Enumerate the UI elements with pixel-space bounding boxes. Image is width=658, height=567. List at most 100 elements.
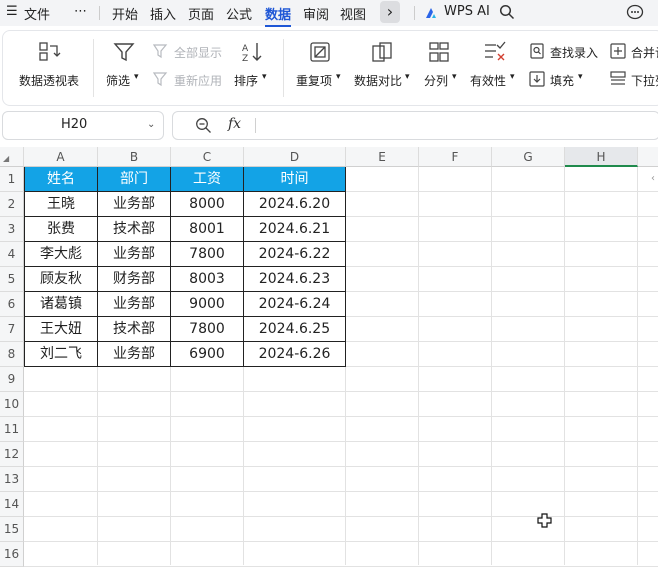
table-cell[interactable]: 财务部 — [98, 267, 171, 292]
row-header[interactable]: 4 — [0, 242, 24, 267]
side-panel-handle[interactable]: ‹ — [651, 173, 655, 184]
filter-button[interactable]: 筛选 — [106, 72, 130, 89]
table-header-cell[interactable]: 部门 — [98, 167, 171, 192]
table-header-cell[interactable]: 时间 — [244, 167, 346, 192]
duplicates-dropdown-icon[interactable]: ▾ — [336, 72, 341, 82]
name-box-value: H20 — [61, 117, 88, 132]
table-cell[interactable]: 顾友秋 — [24, 267, 98, 292]
row-header[interactable]: 2 — [0, 192, 24, 217]
fx-icon[interactable]: fx — [228, 116, 241, 132]
row-header[interactable]: 3 — [0, 217, 24, 242]
column-header-d[interactable]: D — [244, 147, 346, 167]
row-header[interactable]: 8 — [0, 342, 24, 367]
row-header[interactable]: 14 — [0, 492, 24, 517]
sort-button[interactable]: 排序 — [234, 72, 258, 89]
table-cell[interactable]: 9000 — [171, 292, 244, 317]
zoom-out-icon[interactable] — [195, 117, 212, 134]
menu-file[interactable]: 文件 — [24, 4, 50, 23]
tab-page[interactable]: 页面 — [188, 4, 214, 23]
table-cell[interactable]: 2024-6.24 — [244, 292, 346, 317]
wps-ai-button[interactable]: WPS AI — [444, 4, 490, 19]
compare-dropdown-icon[interactable]: ▾ — [405, 72, 410, 82]
table-header-cell[interactable]: 工资 — [171, 167, 244, 192]
table-cell[interactable]: 2024.6.25 — [244, 317, 346, 342]
merge-calc-button[interactable]: 合并计 — [631, 44, 658, 61]
column-header-a[interactable]: A — [24, 147, 98, 167]
table-cell[interactable]: 8001 — [171, 217, 244, 242]
menu-more[interactable]: ⋯ — [74, 4, 87, 19]
compare-icon — [372, 42, 392, 62]
wps-ai-icon[interactable] — [424, 6, 438, 20]
row-header[interactable]: 9 — [0, 367, 24, 392]
table-cell[interactable]: 8000 — [171, 192, 244, 217]
row-header[interactable]: 7 — [0, 317, 24, 342]
table-cell[interactable]: 王大妞 — [24, 317, 98, 342]
column-header-e[interactable]: E — [346, 147, 419, 167]
chevron-down-icon[interactable]: ⌄ — [147, 119, 155, 130]
table-cell[interactable]: 2024.6.21 — [244, 217, 346, 242]
table-cell[interactable]: 李大彪 — [24, 242, 98, 267]
column-header-h[interactable]: H — [565, 147, 638, 167]
row-header[interactable]: 10 — [0, 392, 24, 417]
split-column-button[interactable]: 分列 — [424, 72, 448, 89]
split-dropdown-icon[interactable]: ▾ — [452, 72, 457, 82]
tab-data[interactable]: 数据 — [265, 4, 292, 27]
sort-dropdown-icon[interactable]: ▾ — [262, 72, 267, 82]
table-cell[interactable]: 业务部 — [98, 292, 171, 317]
table-cell[interactable]: 6900 — [171, 342, 244, 367]
row-header[interactable]: 1 — [0, 167, 24, 192]
tab-review[interactable]: 审阅 — [303, 4, 329, 23]
row-header[interactable]: 15 — [0, 517, 24, 542]
row-header[interactable]: 5 — [0, 267, 24, 292]
row-header[interactable]: 6 — [0, 292, 24, 317]
table-cell[interactable]: 2024-6.22 — [244, 242, 346, 267]
fill-dropdown-icon[interactable]: ▾ — [578, 72, 583, 82]
table-cell[interactable]: 技术部 — [98, 317, 171, 342]
tab-view[interactable]: 视图 — [340, 4, 366, 23]
compare-button[interactable]: 数据对比 — [354, 72, 402, 89]
table-cell[interactable]: 业务部 — [98, 342, 171, 367]
duplicates-button[interactable]: 重复项 — [296, 72, 332, 89]
select-all-corner[interactable]: ◢ — [0, 147, 24, 167]
table-cell[interactable]: 2024.6.20 — [244, 192, 346, 217]
search-icon[interactable] — [499, 4, 515, 20]
table-cell[interactable]: 技术部 — [98, 217, 171, 242]
dropdown-list-button[interactable]: 下拉列 — [631, 72, 658, 89]
row-header[interactable]: 11 — [0, 417, 24, 442]
table-cell[interactable]: 诸葛镇 — [24, 292, 98, 317]
name-box[interactable]: H20 ⌄ — [2, 111, 164, 140]
show-all-button[interactable]: 全部显示 — [174, 44, 222, 61]
chat-icon[interactable] — [626, 3, 644, 21]
pivot-table-button[interactable]: 数据透视表 — [19, 72, 79, 89]
table-cell[interactable]: 8003 — [171, 267, 244, 292]
table-cell[interactable]: 业务部 — [98, 192, 171, 217]
fill-icon — [529, 71, 545, 87]
table-cell[interactable]: 刘二飞 — [24, 342, 98, 367]
table-cell[interactable]: 张费 — [24, 217, 98, 242]
row-header[interactable]: 13 — [0, 467, 24, 492]
table-cell[interactable]: 7800 — [171, 317, 244, 342]
column-header-c[interactable]: C — [171, 147, 244, 167]
tab-home[interactable]: 开始 — [112, 4, 138, 23]
reapply-button[interactable]: 重新应用 — [174, 72, 222, 89]
tabs-expand-button[interactable]: › — [380, 1, 400, 23]
row-header[interactable]: 12 — [0, 442, 24, 467]
tab-insert[interactable]: 插入 — [150, 4, 176, 23]
column-header-f[interactable]: F — [419, 147, 492, 167]
table-cell[interactable]: 7800 — [171, 242, 244, 267]
column-header-g[interactable]: G — [492, 147, 565, 167]
validity-dropdown-icon[interactable]: ▾ — [510, 72, 515, 82]
column-header-b[interactable]: B — [98, 147, 171, 167]
row-header[interactable]: 16 — [0, 542, 24, 567]
table-cell[interactable]: 业务部 — [98, 242, 171, 267]
validity-button[interactable]: 有效性 — [470, 72, 506, 89]
tab-formula[interactable]: 公式 — [226, 4, 252, 23]
lookup-entry-button[interactable]: 查找录入 — [550, 44, 598, 61]
fill-button[interactable]: 填充 — [550, 72, 574, 89]
hamburger-icon[interactable]: ☰ — [6, 4, 18, 19]
table-cell[interactable]: 2024.6.23 — [244, 267, 346, 292]
table-header-cell[interactable]: 姓名 — [24, 167, 98, 192]
table-cell[interactable]: 2024-6.26 — [244, 342, 346, 367]
filter-dropdown-icon[interactable]: ▾ — [134, 72, 139, 82]
table-cell[interactable]: 王晓 — [24, 192, 98, 217]
